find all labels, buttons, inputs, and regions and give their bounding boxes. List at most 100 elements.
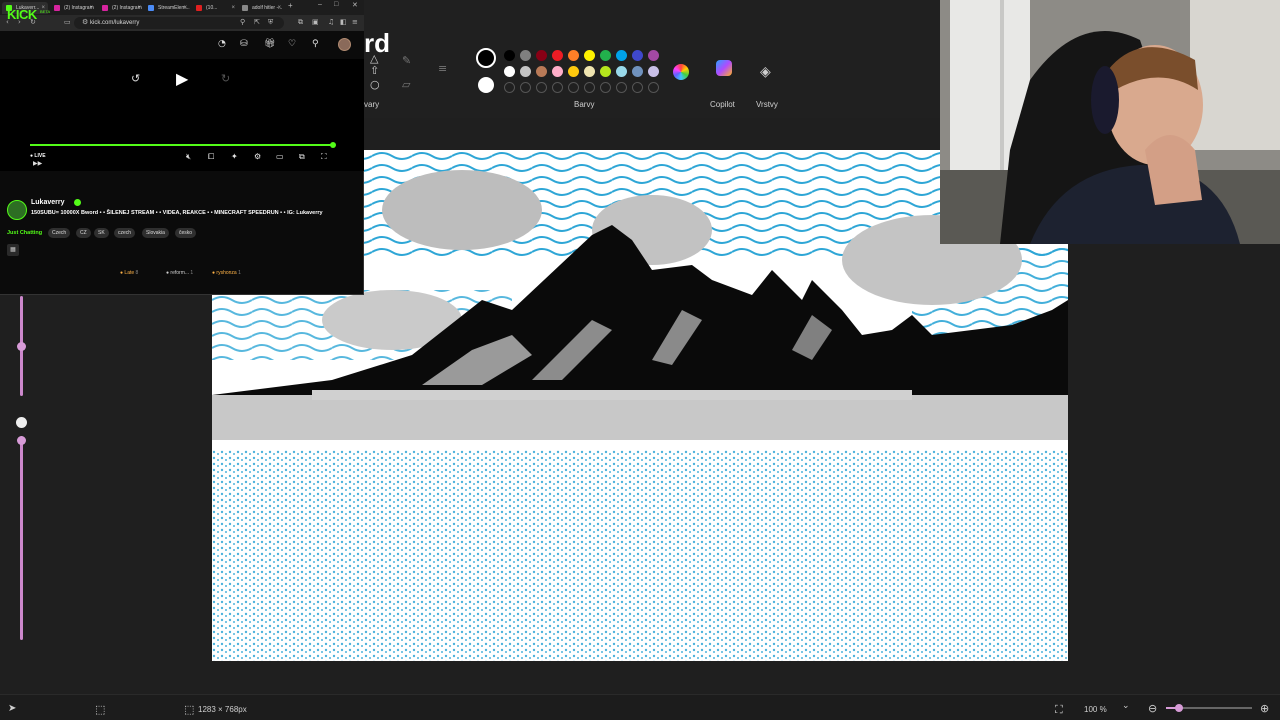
chat-user[interactable]: ● Late 8 bbox=[120, 270, 138, 276]
wallet-icon[interactable]: ▣ bbox=[312, 18, 319, 26]
selection-icon[interactable]: ⬚ bbox=[95, 703, 105, 716]
shield-icon[interactable]: ⛨ bbox=[268, 18, 273, 27]
menu-icon[interactable]: ≡ bbox=[352, 18, 358, 26]
user-avatar[interactable] bbox=[338, 38, 351, 51]
color-swatch[interactable] bbox=[600, 66, 611, 77]
stream-tag[interactable]: Czech bbox=[48, 228, 71, 238]
zoom-icon[interactable]: ⚲ bbox=[240, 18, 245, 26]
fast-forward-icon[interactable]: ↻ bbox=[221, 72, 230, 85]
browser-tab[interactable]: StreamElem... × bbox=[144, 2, 190, 14]
sparkle-icon[interactable]: ✦ bbox=[231, 152, 238, 161]
picture-in-picture-icon[interactable]: ⧉ bbox=[299, 152, 305, 162]
clip-icon[interactable]: ⧠ bbox=[208, 152, 214, 162]
primary-color-swatch[interactable] bbox=[476, 48, 496, 68]
opacity-thumb[interactable] bbox=[17, 436, 26, 445]
stream-tag[interactable]: czech bbox=[114, 228, 136, 238]
gift-icon[interactable]: 🎁︎ bbox=[264, 39, 275, 49]
outline-icon[interactable]: ✎ bbox=[402, 54, 411, 67]
playback-thumb[interactable] bbox=[330, 142, 336, 148]
mute-icon[interactable]: 🔇︎ bbox=[186, 152, 191, 162]
minimize-icon[interactable]: – bbox=[318, 1, 322, 8]
zoom-slider[interactable] bbox=[1166, 704, 1252, 712]
url-field[interactable]: kick.com/lukaverry bbox=[74, 17, 284, 29]
color-swatch[interactable] bbox=[584, 50, 595, 61]
sidebar-icon[interactable]: ◧ bbox=[340, 18, 347, 26]
rewind-icon[interactable]: ↺ bbox=[131, 72, 140, 85]
arrow-shape-icon[interactable]: ⇧ bbox=[370, 64, 379, 77]
custom-color-slot[interactable] bbox=[648, 82, 659, 93]
zoom-out-icon[interactable]: ⊖ bbox=[1148, 702, 1157, 715]
browser-tab[interactable]: (10... × bbox=[192, 2, 238, 14]
custom-color-slot[interactable] bbox=[600, 82, 611, 93]
browser-tab[interactable]: adolf hitler -... × bbox=[238, 2, 284, 14]
edit-colors-icon[interactable] bbox=[673, 64, 689, 80]
color-swatch[interactable] bbox=[648, 50, 659, 61]
color-swatch[interactable] bbox=[536, 50, 547, 61]
close-window-icon[interactable]: ✕ bbox=[352, 1, 358, 9]
kick-logo[interactable]: KICK bbox=[7, 7, 37, 22]
theme-icon[interactable]: ◔ bbox=[218, 39, 226, 49]
color-swatch[interactable] bbox=[552, 50, 563, 61]
color-swatch[interactable] bbox=[616, 50, 627, 61]
bottom-menu-icon[interactable]: ▦ bbox=[7, 244, 19, 256]
color-swatch[interactable] bbox=[520, 66, 531, 77]
channel-avatar[interactable] bbox=[7, 200, 27, 220]
color-swatch[interactable] bbox=[600, 50, 611, 61]
stream-tag[interactable]: SK bbox=[94, 228, 109, 238]
bookmark-icon[interactable]: ▭ bbox=[64, 18, 71, 26]
color-swatch[interactable] bbox=[552, 66, 563, 77]
brush-size-thumb[interactable] bbox=[17, 342, 26, 351]
color-swatch[interactable] bbox=[536, 66, 547, 77]
stream-tag[interactable]: česko bbox=[175, 228, 197, 238]
share-icon[interactable]: ⇱ bbox=[254, 18, 260, 26]
playlist-icon[interactable]: ♫ bbox=[328, 18, 334, 26]
chevron-down-icon[interactable]: ⌄ bbox=[1122, 701, 1130, 711]
custom-color-slot[interactable] bbox=[568, 82, 579, 93]
color-swatch[interactable] bbox=[568, 66, 579, 77]
color-swatch[interactable] bbox=[648, 66, 659, 77]
play-icon[interactable]: ▶ bbox=[176, 69, 188, 88]
theater-mode-icon[interactable]: ▭ bbox=[276, 152, 284, 161]
color-swatch[interactable] bbox=[520, 50, 531, 61]
color-swatch[interactable] bbox=[632, 50, 643, 61]
store-icon[interactable]: ⛁ bbox=[240, 39, 248, 49]
site-info-icon[interactable]: ⚙ bbox=[82, 18, 88, 26]
extensions-icon[interactable]: ⧉ bbox=[298, 18, 303, 27]
secondary-color-swatch[interactable] bbox=[478, 77, 494, 93]
custom-color-slot[interactable] bbox=[616, 82, 627, 93]
color-swatch[interactable] bbox=[568, 50, 579, 61]
tab-close-icon[interactable]: × bbox=[137, 2, 141, 14]
zoom-slider-thumb[interactable] bbox=[1174, 704, 1183, 712]
browser-tab[interactable]: (2) Instagram × bbox=[50, 2, 96, 14]
skip-icon[interactable]: ▶▶ bbox=[33, 160, 42, 167]
tab-close-icon[interactable]: × bbox=[231, 2, 235, 14]
playback-progress[interactable] bbox=[30, 144, 334, 146]
layers-icon[interactable]: ◈ bbox=[760, 64, 771, 80]
quality-icon[interactable]: ⚙ bbox=[254, 152, 261, 161]
tab-close-icon[interactable]: × bbox=[277, 2, 281, 14]
custom-color-slot[interactable] bbox=[584, 82, 595, 93]
browser-tab[interactable]: (2) Instagram × bbox=[98, 2, 144, 14]
maximize-icon[interactable]: □ bbox=[334, 1, 338, 8]
zoom-readout[interactable]: 100 % bbox=[1084, 705, 1107, 714]
pointer-icon[interactable]: ➤ bbox=[8, 703, 16, 714]
stream-tag[interactable]: CZ bbox=[76, 228, 91, 238]
stream-category[interactable]: Just Chatting bbox=[7, 230, 42, 236]
new-tab-icon[interactable]: + bbox=[288, 1, 293, 10]
chat-user[interactable]: ● ryshonza 1 bbox=[212, 270, 241, 276]
heart-icon[interactable]: ♡ bbox=[288, 39, 296, 49]
custom-color-slot[interactable] bbox=[520, 82, 531, 93]
fill-shape-icon[interactable]: ▱ bbox=[402, 78, 410, 91]
tab-close-icon[interactable]: × bbox=[183, 2, 187, 14]
channel-name[interactable]: Lukaverry bbox=[31, 199, 64, 206]
color-swatch[interactable] bbox=[616, 66, 627, 77]
color-swatch[interactable] bbox=[632, 66, 643, 77]
zoom-in-icon[interactable]: ⊕ bbox=[1260, 702, 1269, 715]
color-swatch[interactable] bbox=[584, 66, 595, 77]
fit-to-window-icon[interactable]: ⛶ bbox=[1055, 703, 1063, 717]
custom-color-slot[interactable] bbox=[632, 82, 643, 93]
color-swatch[interactable] bbox=[504, 50, 515, 61]
brush-size-icon[interactable]: ≡ bbox=[438, 62, 447, 75]
speech-bubble-shape-icon[interactable]: ○ bbox=[370, 78, 380, 91]
fullscreen-icon[interactable]: ⛶ bbox=[321, 152, 327, 162]
